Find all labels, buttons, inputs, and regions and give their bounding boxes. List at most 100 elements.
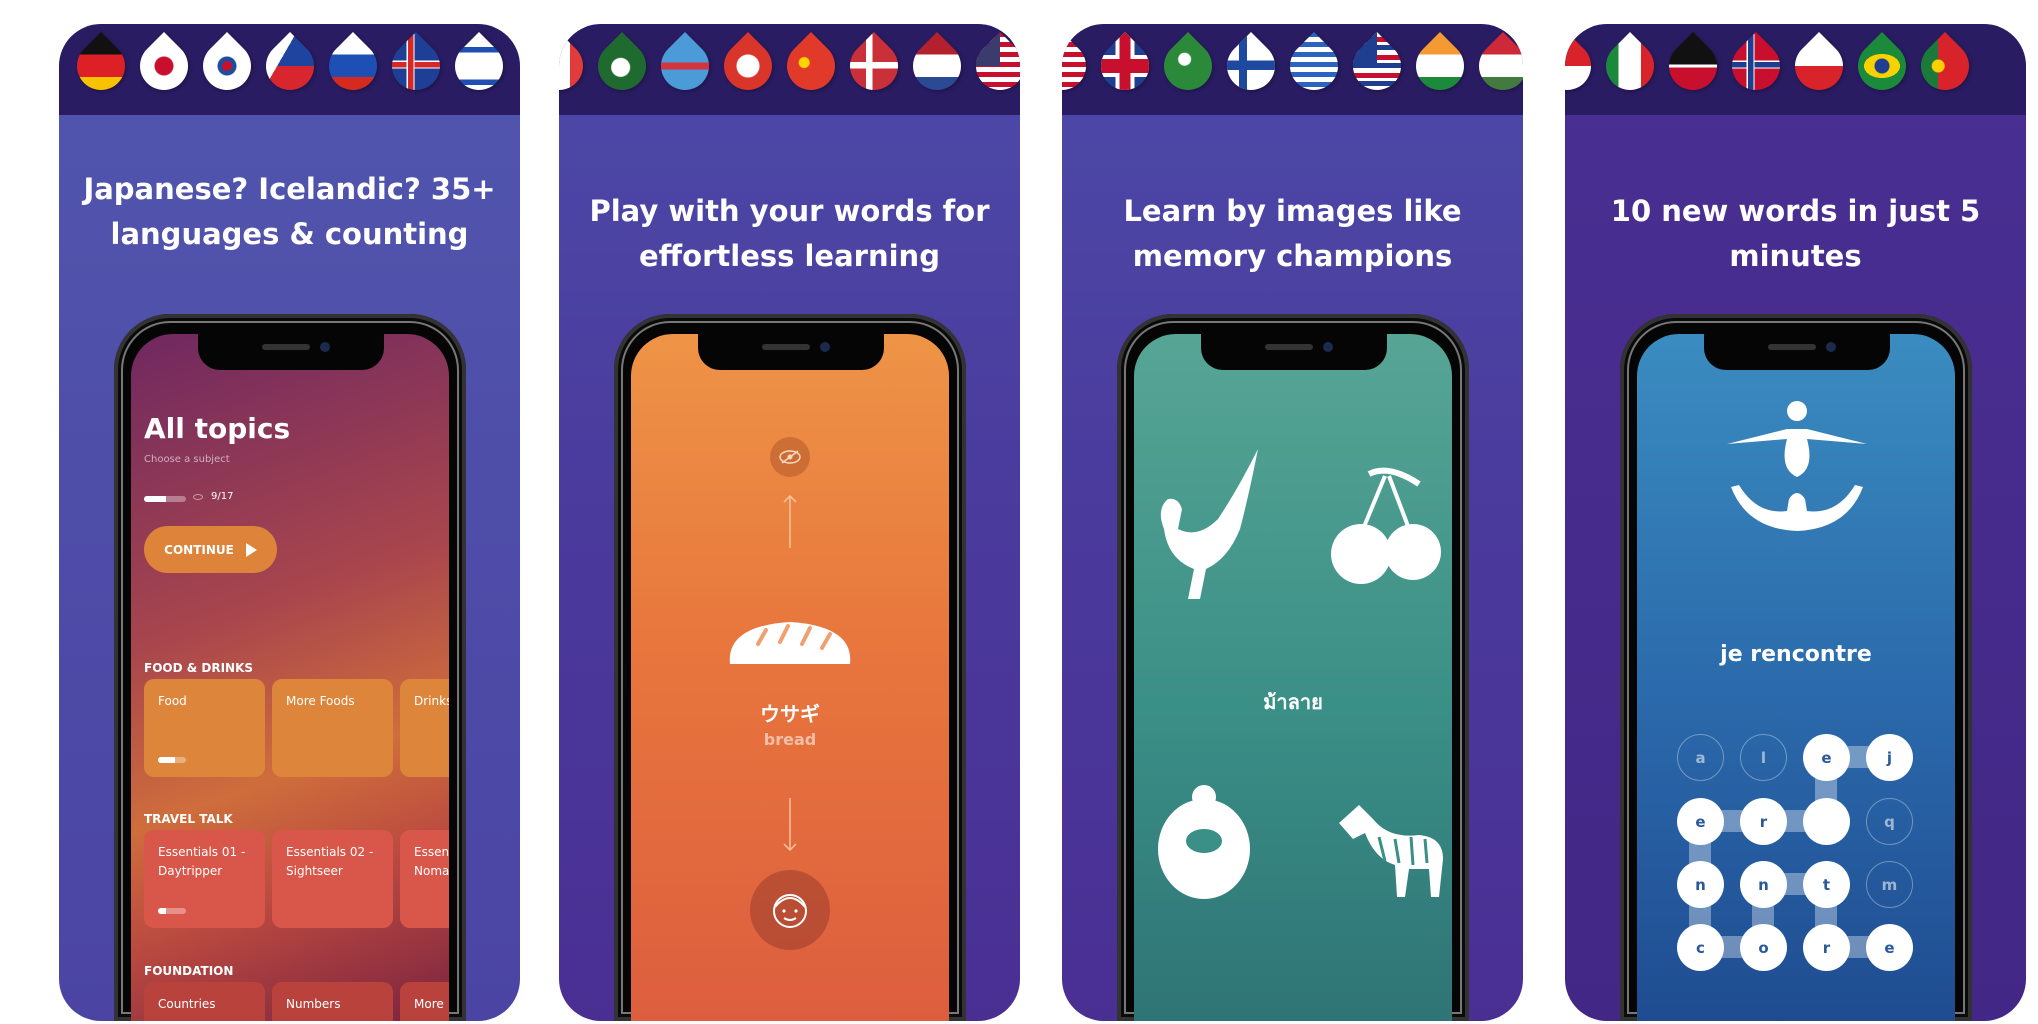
topic-card[interactable]: Countries: [144, 982, 265, 1021]
letter-tile[interactable]: n: [1677, 861, 1724, 908]
topic-card[interactable]: Drinks: [400, 679, 449, 777]
regional-flag-icon[interactable]: [651, 32, 719, 100]
continue-button[interactable]: CONTINUE: [144, 526, 277, 573]
overall-progress-bar: [144, 496, 186, 502]
letter-tile[interactable]: r: [1740, 798, 1787, 845]
hungary-flag-icon[interactable]: [1469, 32, 1523, 100]
flag-strip: [559, 24, 1020, 115]
japan-flag-icon[interactable]: [130, 32, 198, 100]
germany-flag-icon[interactable]: [67, 32, 135, 100]
flag-row: [1062, 32, 1523, 100]
letter-tile[interactable]: q: [1866, 798, 1913, 845]
topic-card-label: Countries: [158, 997, 216, 1011]
app-store-screenshots: Japanese? Icelandic? 35+ languages & cou…: [0, 0, 2038, 1024]
norway-flag-icon[interactable]: [1722, 32, 1790, 100]
brazil-flag-icon[interactable]: [1848, 32, 1916, 100]
flag-strip: [59, 24, 520, 115]
south-korea-flag-icon[interactable]: [193, 32, 261, 100]
topic-card[interactable]: Food: [144, 679, 265, 777]
topic-card[interactable]: More Foods: [272, 679, 393, 777]
bird-icon[interactable]: [1148, 449, 1260, 599]
pakistan-flag-icon[interactable]: [588, 32, 656, 100]
cherries-icon[interactable]: [1329, 464, 1441, 584]
play-icon: [245, 542, 257, 557]
speak-button[interactable]: [750, 870, 830, 950]
denmark-flag-icon[interactable]: [840, 32, 908, 100]
iceland-flag-icon[interactable]: [382, 32, 450, 100]
topic-card[interactable]: Essentials 03 - Nomad: [400, 830, 449, 928]
letter-tile[interactable]: a: [1677, 734, 1724, 781]
uk-flag-icon[interactable]: [1091, 32, 1159, 100]
bread-icon: [729, 622, 851, 664]
letter-tile[interactable]: e: [1866, 924, 1913, 971]
progress-count: 9/17: [211, 491, 234, 502]
foreign-word: ม้าลาย: [1263, 690, 1323, 714]
topic-card[interactable]: Numbers: [272, 982, 393, 1021]
usa-flag-icon[interactable]: [966, 32, 1020, 100]
hide-eye-button[interactable]: [770, 437, 810, 477]
headline: Japanese? Icelandic? 35+ languages & cou…: [83, 172, 496, 251]
hong-kong-flag-icon[interactable]: [714, 32, 782, 100]
eye-icon: [193, 494, 203, 500]
topic-card-label: More Foods: [286, 694, 355, 708]
letter-tile[interactable]: r: [1803, 924, 1850, 971]
letter-tile[interactable]: e: [1677, 798, 1724, 845]
translation: bread: [763, 730, 817, 749]
flag-strip: [1565, 24, 2026, 115]
letter-tile[interactable]: [1803, 798, 1850, 845]
page-title: All topics: [144, 412, 291, 445]
topic-card-label: More: [414, 997, 444, 1011]
phone-screen: je rencontre alejerqnntmcore: [1637, 334, 1955, 1021]
poland-flag-icon[interactable]: [1785, 32, 1853, 100]
monkey-icon[interactable]: [1154, 779, 1254, 899]
topic-card[interactable]: Essentials 01 - Daytripper: [144, 830, 265, 928]
letter-tile[interactable]: m: [1866, 861, 1913, 908]
topic-card-label: Drinks: [414, 694, 449, 708]
letter-tile[interactable]: j: [1866, 734, 1913, 781]
letter-tile[interactable]: t: [1803, 861, 1850, 908]
arrow-up-icon: [783, 494, 797, 548]
topic-card[interactable]: Essentials 02 - Sightseer: [272, 830, 393, 928]
headline: Play with your words for effortless lear…: [589, 194, 990, 273]
eye-slash-icon: [779, 450, 801, 464]
flag-row: [1565, 32, 2026, 100]
screenshot-panel-3: Learn by images like memory champions ม้…: [1062, 24, 1523, 1021]
topic-card[interactable]: More: [400, 982, 449, 1021]
section-title: TRAVEL TALK: [144, 812, 233, 826]
greece-flag-icon[interactable]: [1280, 32, 1348, 100]
topic-card-label: Essentials 02 - Sightseer: [286, 845, 374, 878]
phone-mockup: All topics Choose a subject 9/17 CONTINU…: [114, 314, 466, 1021]
foreign-word: ウサギ: [760, 702, 820, 726]
meeting-people-icon: [1727, 401, 1867, 531]
topic-progress-bar: [158, 757, 186, 763]
topic-card-label: Food: [158, 694, 187, 708]
philippines-flag-icon[interactable]: [256, 32, 324, 100]
finland-flag-icon[interactable]: [1217, 32, 1285, 100]
china-flag-icon[interactable]: [777, 32, 845, 100]
flag-strip: [1062, 24, 1523, 115]
russia-flag-icon[interactable]: [319, 32, 387, 100]
letter-tile[interactable]: o: [1740, 924, 1787, 971]
arrow-down-icon: [783, 798, 797, 852]
italy-flag-icon[interactable]: [1596, 32, 1664, 100]
portugal-flag-icon[interactable]: [1911, 32, 1979, 100]
phone-notch: [1201, 334, 1387, 370]
page-subtitle: Choose a subject: [144, 454, 230, 465]
letter-tile[interactable]: c: [1677, 924, 1724, 971]
phone-notch: [1704, 334, 1890, 370]
netherlands-flag-icon[interactable]: [903, 32, 971, 100]
israel-flag-icon[interactable]: [445, 32, 513, 100]
india-flag-icon[interactable]: [1406, 32, 1474, 100]
letter-tile[interactable]: e: [1803, 734, 1850, 781]
letter-tile[interactable]: n: [1740, 861, 1787, 908]
hawaii-flag-icon[interactable]: [1343, 32, 1411, 100]
zebra-icon[interactable]: [1339, 799, 1447, 899]
phone-screen: All topics Choose a subject 9/17 CONTINU…: [131, 334, 449, 1021]
topic-card-label: Essentials 01 - Daytripper: [158, 845, 246, 878]
maori-flag-icon[interactable]: [1659, 32, 1727, 100]
screenshot-panel-4: 10 new words in just 5 minutes je rencon…: [1565, 24, 2026, 1021]
phone-notch: [698, 334, 884, 370]
esperanto-flag-icon[interactable]: [1154, 32, 1222, 100]
letter-tile[interactable]: l: [1740, 734, 1787, 781]
phone-screen: ม้าลาย: [1134, 334, 1452, 1021]
